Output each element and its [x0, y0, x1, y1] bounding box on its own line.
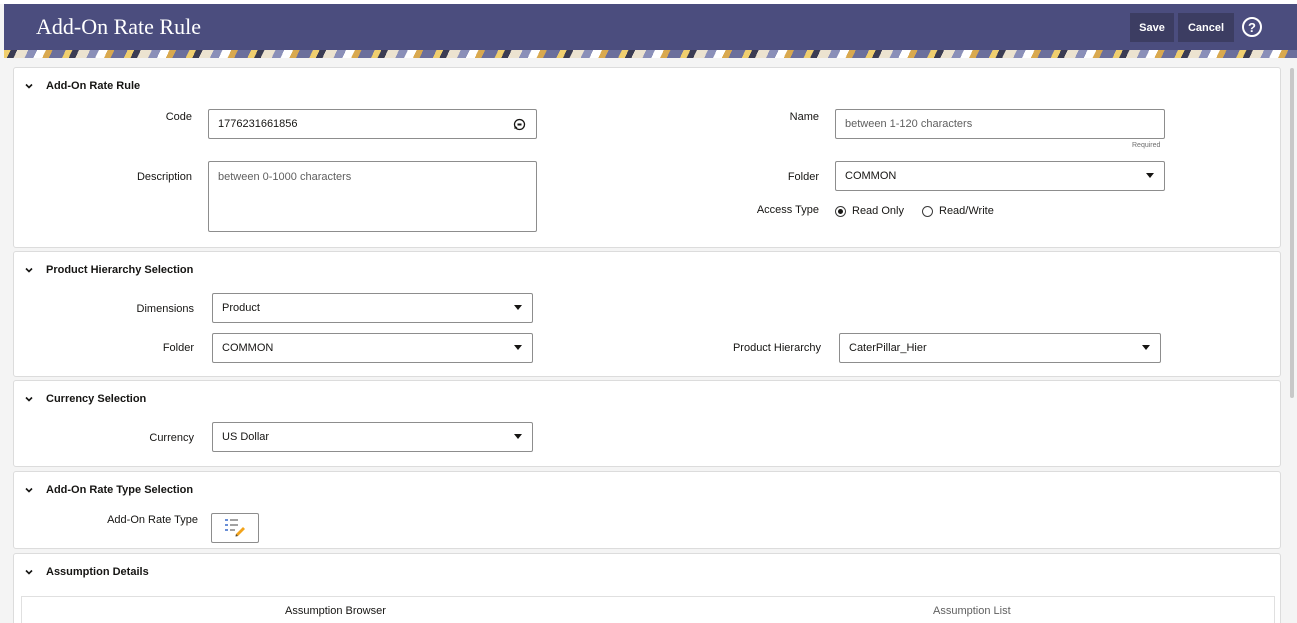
chevron-down-icon[interactable] [24, 81, 34, 91]
save-button[interactable]: Save [1130, 13, 1174, 42]
ratetype-panel-header[interactable]: Add-On Rate Type Selection [24, 484, 193, 496]
hierarchy-folder-select[interactable]: COMMON [212, 333, 533, 363]
dropdown-arrow-icon [514, 345, 522, 350]
header-decoration [4, 50, 1297, 58]
hierarchy-folder-value: COMMON [222, 342, 274, 354]
code-field[interactable]: 1776231661856 [208, 109, 537, 139]
dimensions-value: Product [222, 302, 260, 314]
name-placeholder: between 1-120 characters [845, 118, 973, 130]
assumption-panel-title: Assumption Details [46, 566, 149, 578]
tab-assumption-browser[interactable]: Assumption Browser [285, 605, 386, 617]
dropdown-arrow-icon [514, 305, 522, 310]
dropdown-arrow-icon [1146, 173, 1154, 178]
currency-panel-title: Currency Selection [46, 393, 147, 405]
access-type-label: Access Type [756, 204, 819, 216]
cancel-button[interactable]: Cancel [1178, 13, 1234, 42]
radio-selected-icon[interactable] [835, 205, 846, 217]
description-textarea[interactable]: between 0-1000 characters [208, 161, 537, 232]
assumption-tabs: Assumption Browser Assumption List [21, 596, 1275, 623]
refresh-icon[interactable] [513, 118, 526, 134]
page: Add-On Rate Rule Save Cancel ? Add-On Ra… [0, 0, 1297, 623]
folder-label: Folder [787, 171, 819, 183]
currency-value: US Dollar [222, 431, 270, 443]
page-header: Add-On Rate Rule Save Cancel ? [4, 4, 1297, 58]
assumption-panel-header[interactable]: Assumption Details [24, 566, 149, 578]
assumption-panel: Assumption Details Assumption Browser As… [13, 553, 1281, 623]
dropdown-arrow-icon [514, 434, 522, 439]
folder-value: COMMON [845, 170, 897, 182]
description-label: Description [136, 171, 192, 183]
scrollbar-thumb[interactable] [1290, 68, 1294, 398]
help-icon[interactable]: ? [1242, 17, 1262, 37]
hierarchy-panel: Product Hierarchy Selection Dimensions P… [13, 251, 1281, 377]
currency-panel: Currency Selection Currency US Dollar [13, 380, 1281, 467]
hierarchy-panel-title: Product Hierarchy Selection [46, 264, 194, 276]
product-hierarchy-select[interactable]: CaterPillar_Hier [839, 333, 1161, 363]
edit-list-icon [224, 517, 246, 540]
dimensions-select[interactable]: Product [212, 293, 533, 323]
currency-label: Currency [149, 432, 194, 444]
dropdown-arrow-icon [1142, 345, 1150, 350]
code-value: 1776231661856 [218, 118, 298, 130]
ratetype-button[interactable] [211, 513, 259, 543]
chevron-down-icon[interactable] [24, 394, 34, 404]
chevron-down-icon[interactable] [24, 265, 34, 275]
hierarchy-panel-header[interactable]: Product Hierarchy Selection [24, 264, 193, 276]
currency-select[interactable]: US Dollar [212, 422, 533, 452]
radio-read-write[interactable]: Read/Write [922, 205, 994, 217]
rule-panel-header[interactable]: Add-On Rate Rule [24, 80, 140, 92]
name-field[interactable]: between 1-120 characters [835, 109, 1165, 139]
hierarchy-folder-label: Folder [162, 342, 194, 354]
code-label: Code [165, 111, 192, 123]
description-placeholder: between 0-1000 characters [218, 171, 352, 183]
ratetype-panel: Add-On Rate Type Selection Add-On Rate T… [13, 471, 1281, 549]
radio-read-only-label: Read Only [852, 205, 904, 217]
rule-panel-title: Add-On Rate Rule [46, 80, 141, 92]
tab-assumption-list[interactable]: Assumption List [933, 605, 1011, 617]
ratetype-panel-title: Add-On Rate Type Selection [46, 484, 194, 496]
folder-select[interactable]: COMMON [835, 161, 1165, 191]
product-hierarchy-value: CaterPillar_Hier [849, 342, 927, 354]
vertical-scrollbar[interactable] [1287, 58, 1297, 623]
dimensions-label: Dimensions [136, 303, 194, 315]
radio-read-write-label: Read/Write [939, 205, 994, 217]
chevron-down-icon[interactable] [24, 567, 34, 577]
name-required-hint: Required [1132, 142, 1161, 149]
ratetype-label: Add-On Rate Type [107, 514, 198, 526]
rule-panel: Add-On Rate Rule Code 1776231661856 Name… [13, 67, 1281, 248]
radio-unselected-icon[interactable] [922, 205, 933, 217]
page-title: Add-On Rate Rule [36, 14, 201, 39]
name-label: Name [789, 111, 819, 123]
currency-panel-header[interactable]: Currency Selection [24, 393, 146, 405]
radio-read-only[interactable]: Read Only [835, 205, 904, 217]
chevron-down-icon[interactable] [24, 485, 34, 495]
product-hierarchy-label: Product Hierarchy [732, 342, 821, 354]
